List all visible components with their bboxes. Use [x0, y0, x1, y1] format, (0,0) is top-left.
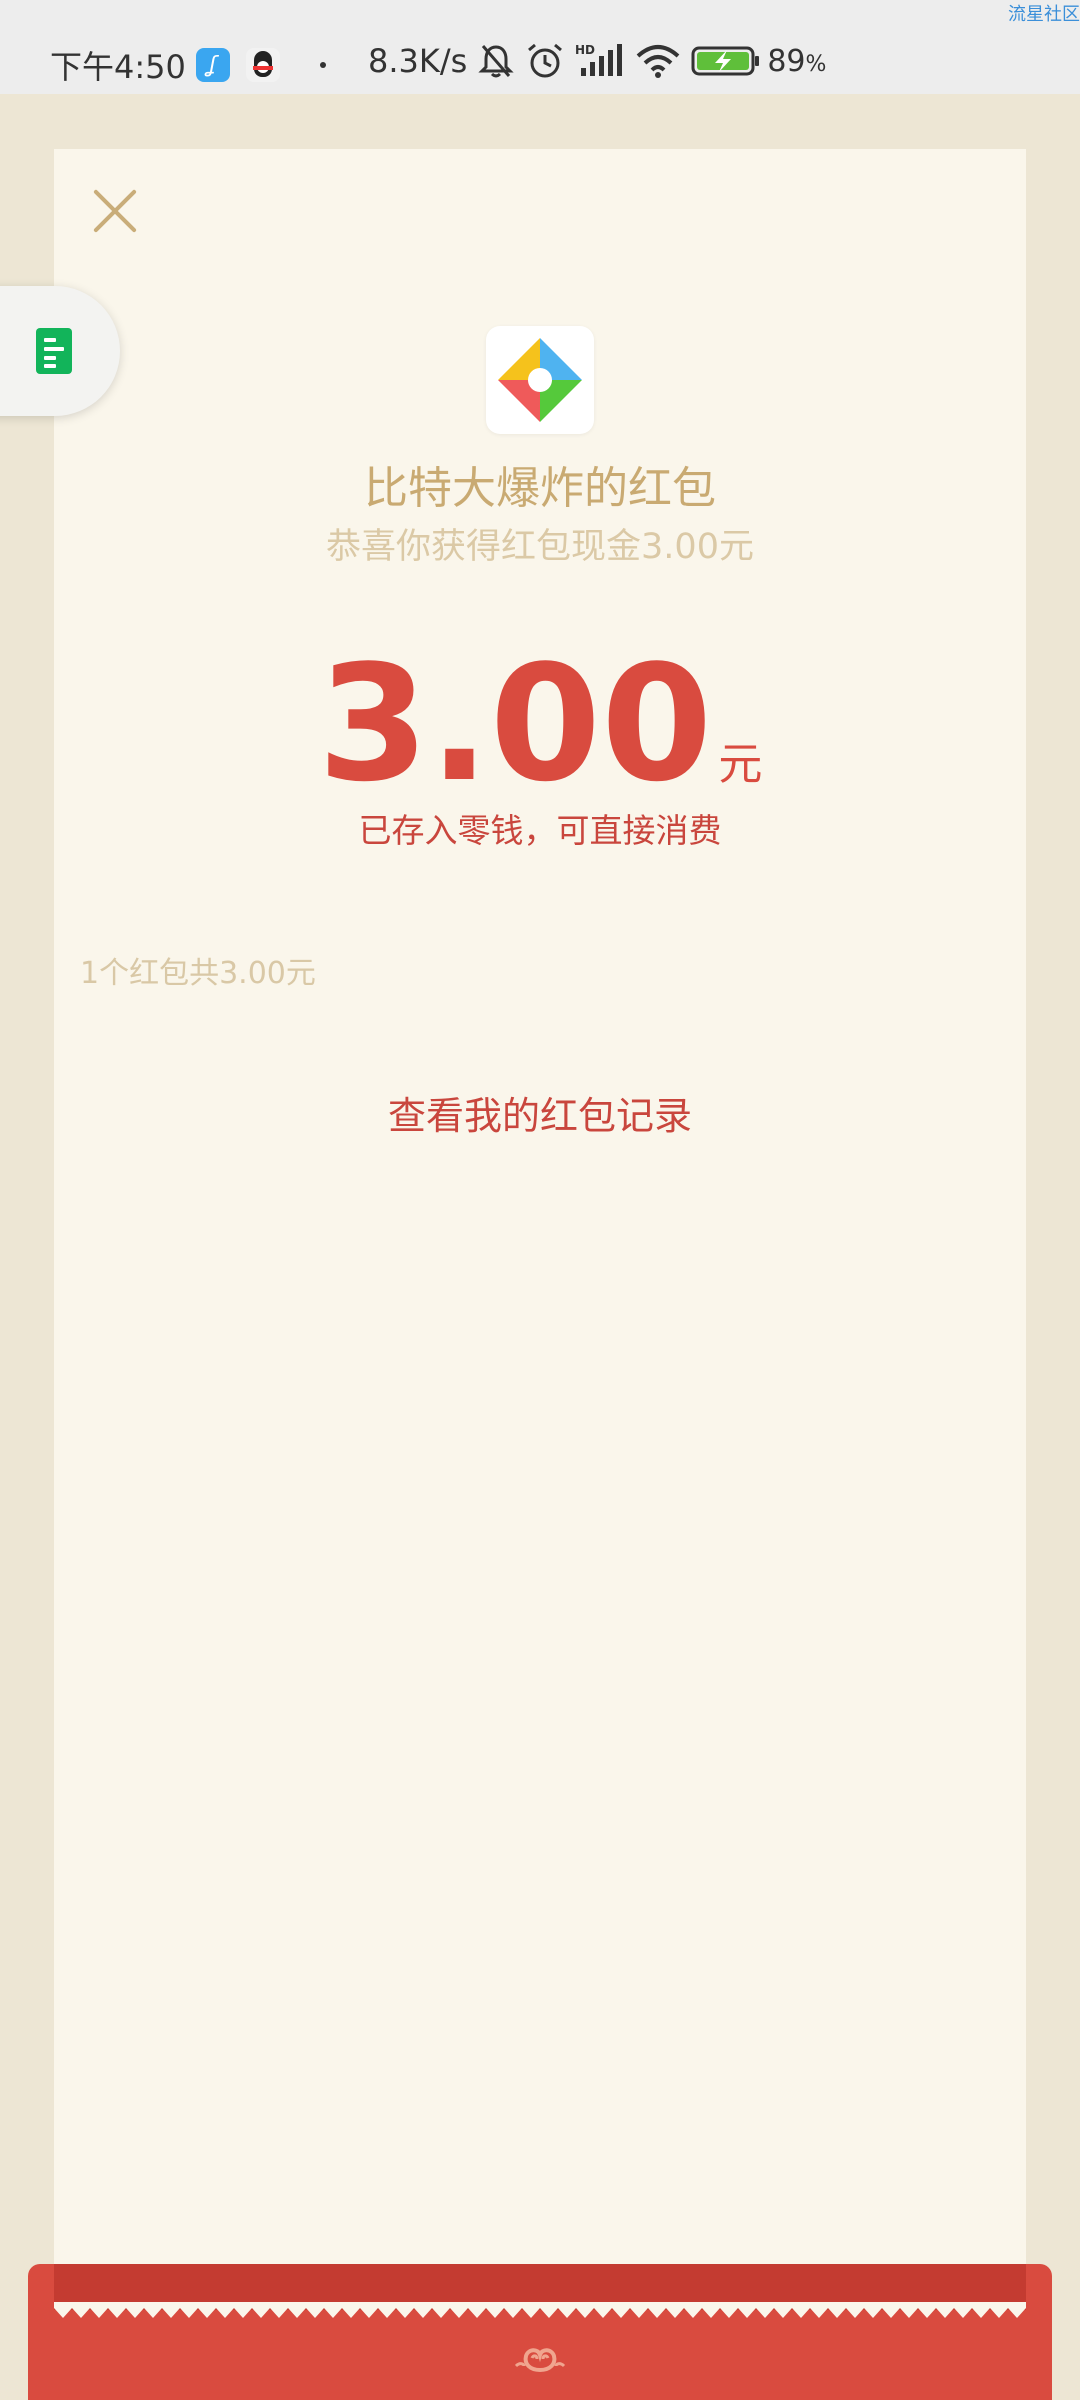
amount-unit: 元 — [718, 739, 763, 790]
amount-display: 3.00 元 — [0, 630, 1080, 817]
battery-charging-icon — [691, 46, 760, 76]
cloud-swirl-icon — [514, 2348, 566, 2373]
mute-bell-icon — [478, 45, 514, 78]
status-right: 8.3K/s HD 89% — [368, 42, 826, 80]
status-bar: 流星社区 下午4:50 ʆ 8.3K/s HD 89% — [0, 0, 1080, 94]
sender-logo — [486, 326, 594, 434]
document-icon — [36, 328, 72, 374]
app-logo-icon — [498, 338, 582, 422]
close-button[interactable] — [90, 186, 140, 236]
alarm-icon — [528, 43, 563, 78]
envelope-zigzag-edge — [54, 2302, 1026, 2318]
qq-icon — [245, 48, 280, 82]
status-left: 下午4:50 ʆ — [50, 42, 326, 88]
congrats-text: 恭喜你获得红包现金3.00元 — [326, 527, 754, 567]
watermark: 流星社区 — [1008, 4, 1080, 25]
view-records-link[interactable]: 查看我的红包记录 — [0, 1085, 1080, 1140]
battery-percent: 89% — [767, 43, 827, 79]
hd-signal-icon: HD — [575, 43, 623, 76]
svg-text:HD: HD — [575, 43, 595, 57]
clock: 下午4:50 — [50, 48, 186, 86]
envelope-bottom — [28, 2264, 1052, 2400]
amount-value: 3.00 — [317, 630, 713, 817]
network-speed: 8.3K/s — [368, 42, 468, 80]
sender-title: 比特大爆炸的红包 — [364, 463, 716, 514]
wifi-icon — [636, 45, 680, 78]
app-notification-icon: ʆ — [195, 48, 230, 82]
more-notifications-dot — [319, 62, 326, 68]
saved-to-wallet-note[interactable]: 已存入零钱，可直接消费 — [0, 804, 1080, 852]
packet-summary: 1个红包共3.00元 — [80, 956, 316, 991]
